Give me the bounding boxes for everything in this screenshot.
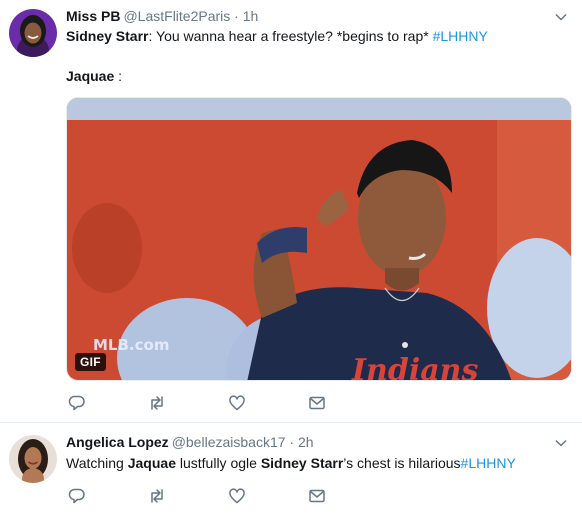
gif-badge: GIF	[75, 353, 106, 371]
author-handle[interactable]: @bellezaisback17	[172, 434, 286, 450]
tweet-header: Miss PB @LastFlite2Paris · 1h	[66, 7, 258, 25]
avatar[interactable]	[9, 435, 57, 483]
retweet-icon[interactable]	[146, 392, 168, 414]
dm-icon[interactable]	[306, 485, 328, 507]
tweet[interactable]: Miss PB @LastFlite2Paris · 1h Sidney Star…	[0, 0, 582, 423]
tweet-actions	[66, 392, 366, 414]
author-name[interactable]: Miss PB	[66, 8, 120, 24]
dm-icon[interactable]	[306, 392, 328, 414]
gif-media[interactable]: Indians MLB.com GIF	[66, 97, 572, 381]
reply-icon[interactable]	[66, 485, 88, 507]
mentioned-name: Jaquae	[127, 455, 176, 471]
author-handle[interactable]: @LastFlite2Paris	[123, 8, 230, 24]
tweet-body: Watching	[66, 455, 128, 471]
mentioned-name: Sidney Starr	[66, 28, 149, 44]
hashtag-link[interactable]: #LHHNY	[433, 28, 488, 44]
timestamp[interactable]: 2h	[298, 434, 314, 450]
reply-icon[interactable]	[66, 392, 88, 414]
separator-dot: ·	[285, 434, 298, 450]
svg-text:Indians: Indians	[351, 353, 478, 381]
avatar[interactable]	[9, 9, 57, 57]
tweet-header: Angelica Lopez @bellezaisback17 · 2h	[66, 433, 314, 451]
watermark: MLB.com	[93, 336, 170, 354]
tweet-body: ’s chest is hilarious	[343, 455, 461, 471]
chevron-down-icon[interactable]	[554, 436, 568, 450]
timestamp[interactable]: 1h	[243, 8, 259, 24]
tweet[interactable]: Angelica Lopez @bellezaisback17 · 2h Watc…	[0, 424, 582, 519]
retweet-icon[interactable]	[146, 485, 168, 507]
separator-dot: ·	[230, 8, 243, 24]
like-icon[interactable]	[226, 392, 248, 414]
mentioned-name: Sidney Starr	[260, 455, 344, 471]
tweet-body: : You wanna hear a freestyle? *begins to…	[148, 28, 433, 44]
tweet-actions	[66, 485, 366, 507]
tweet-text: Sidney Starr: You wanna hear a freestyle…	[66, 27, 488, 46]
tweet-text-line2: Jaquae :	[66, 67, 122, 86]
tweet-text: Watching Jaquae lustfully ogle Sidney St…	[66, 454, 516, 473]
tweet-body: lustfully ogle	[175, 455, 261, 471]
mentioned-name: Jaquae	[66, 68, 115, 84]
like-icon[interactable]	[226, 485, 248, 507]
author-name[interactable]: Angelica Lopez	[66, 434, 169, 450]
chevron-down-icon[interactable]	[554, 10, 568, 24]
hashtag-link[interactable]: #LHHNY	[461, 455, 516, 471]
tweet-body: :	[114, 68, 123, 84]
